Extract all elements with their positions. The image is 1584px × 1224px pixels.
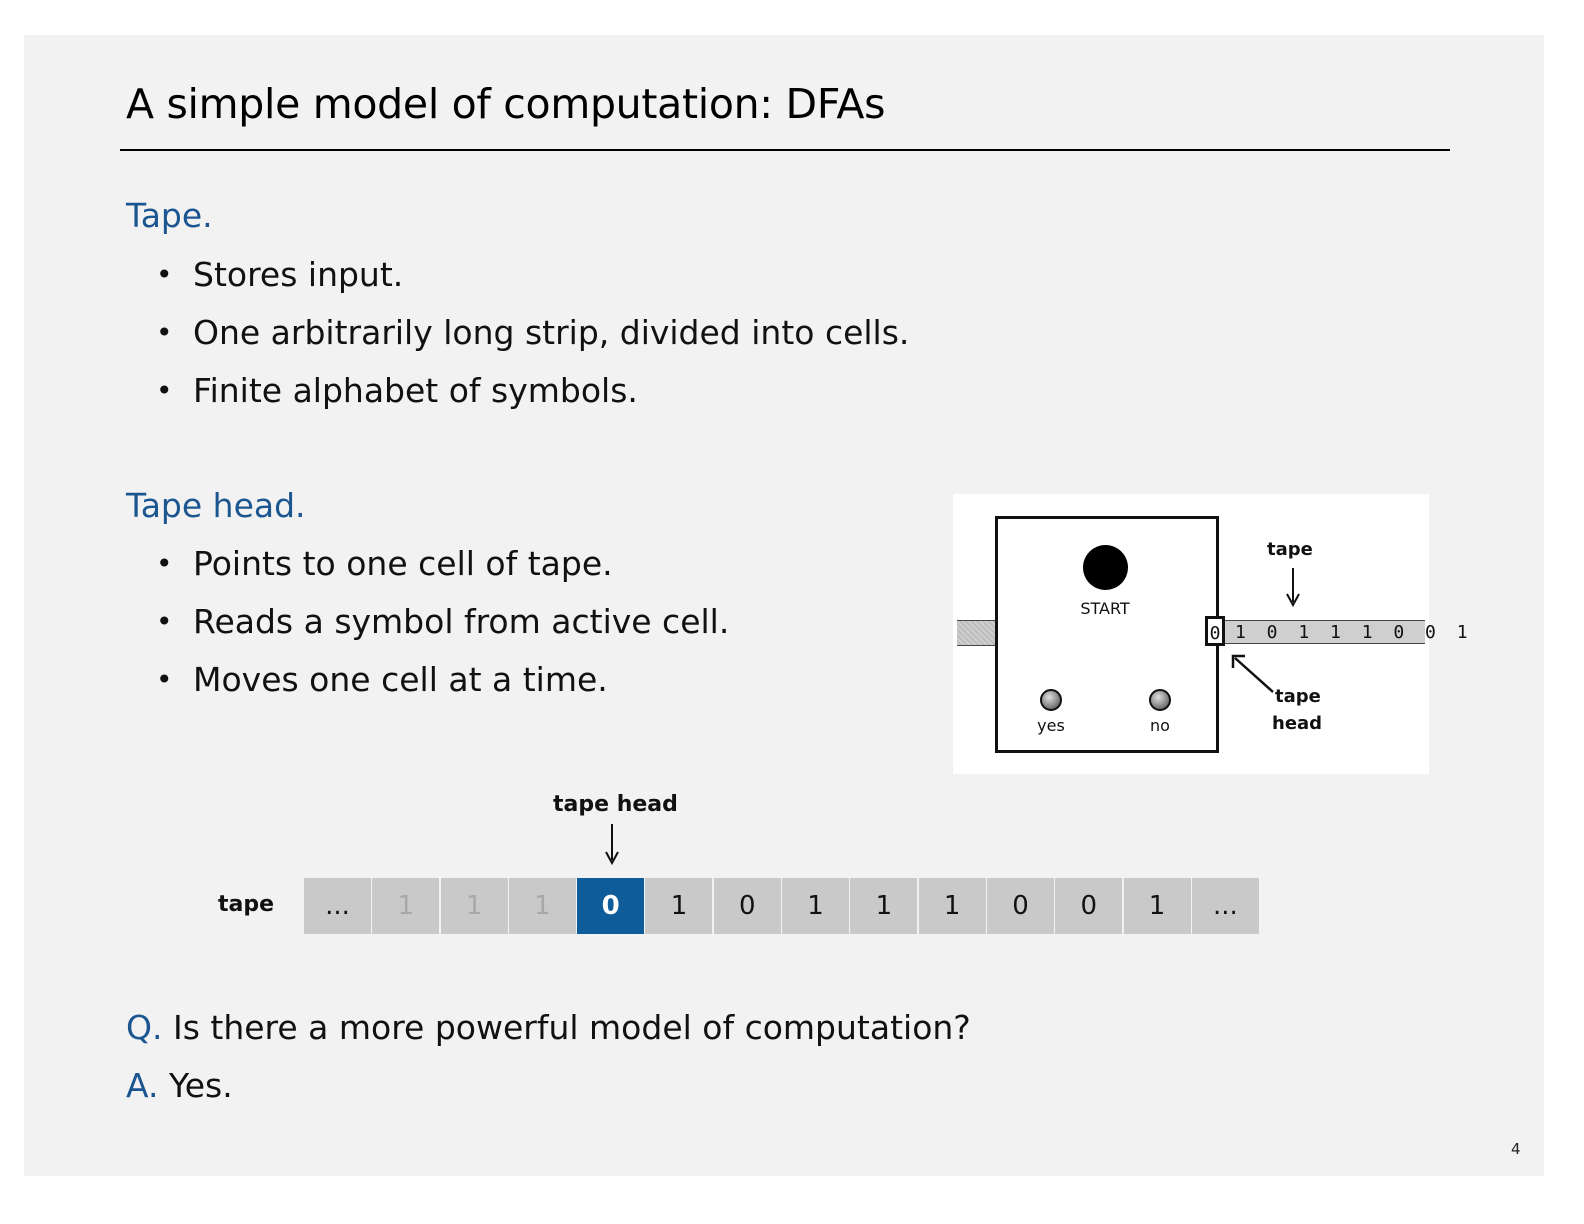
no-label: no xyxy=(1150,716,1170,735)
tape-bullet-1: Stores input. xyxy=(156,256,909,314)
machine-head-arrow xyxy=(1231,654,1274,693)
tape-bullet-3: Finite alphabet of symbols. xyxy=(156,372,909,430)
tape-head-label: tape head xyxy=(553,792,678,817)
start-light xyxy=(1083,545,1128,590)
tape-cell-active: 0 xyxy=(577,878,645,934)
tape-cells: ... 1 1 1 0 1 0 1 1 1 0 0 1... xyxy=(304,878,1260,934)
tape-cell: 1 xyxy=(372,878,440,934)
head-bullet-1: Points to one cell of tape. xyxy=(156,545,729,603)
page-number: 4 xyxy=(1511,1140,1521,1158)
yes-label: yes xyxy=(1037,716,1065,735)
tape-head-arrow xyxy=(605,824,619,866)
tape-cell: 1 xyxy=(645,878,713,934)
tape-head-bullet-list: Points to one cell of tape. Reads a symb… xyxy=(156,545,729,719)
answer-text: Yes. xyxy=(158,1066,233,1105)
head-bullet-3: Moves one cell at a time. xyxy=(156,661,729,719)
head-bullet-2: Reads a symbol from active cell. xyxy=(156,603,729,661)
question-line: Q. Is there a more powerful model of com… xyxy=(126,1008,971,1047)
tape-heading: Tape. xyxy=(126,196,213,235)
tape-cell: 1 xyxy=(782,878,850,934)
tape-cell: 0 xyxy=(713,878,781,934)
tape-cell: 1 xyxy=(440,878,508,934)
question-tag: Q. xyxy=(126,1008,163,1047)
start-label: START xyxy=(1080,599,1130,618)
tape-cell: 0 xyxy=(1055,878,1123,934)
machine-head-label-line2: head xyxy=(1272,713,1323,734)
tape-cell: 0 xyxy=(986,878,1054,934)
machine-tape-head: 0 xyxy=(1205,616,1225,646)
tape-cell: ... xyxy=(304,878,371,934)
tape-cell: ... xyxy=(1191,878,1259,934)
yes-light xyxy=(1040,689,1062,711)
tape-cell: 1 xyxy=(1123,878,1191,934)
tape-cell: 1 xyxy=(850,878,918,934)
slide-title: A simple model of computation: DFAs xyxy=(126,80,886,128)
dfa-machine-illustration: 1 0 1 1 1 0 0 1 START yes no 0 tape tape… xyxy=(953,494,1468,774)
tape-head-heading: Tape head. xyxy=(126,486,306,525)
title-rule xyxy=(120,149,1450,151)
machine-tape-arrow xyxy=(1286,568,1300,608)
machine-tape-label: tape xyxy=(1267,539,1313,560)
machine-tape-left xyxy=(957,620,995,646)
no-light xyxy=(1149,689,1171,711)
answer-line: A. Yes. xyxy=(126,1066,233,1105)
tape-cell: 1 xyxy=(918,878,986,934)
machine-head-label-line1: tape xyxy=(1275,686,1321,707)
tape-cell: 1 xyxy=(508,878,576,934)
tape-bullet-2: One arbitrarily long strip, divided into… xyxy=(156,314,909,372)
tape-label: tape xyxy=(218,892,275,917)
question-text: Is there a more powerful model of comput… xyxy=(162,1008,971,1047)
tape-bullet-list: Stores input. One arbitrarily long strip… xyxy=(156,256,909,430)
machine-tape-right: 1 0 1 1 1 0 0 1 xyxy=(1225,620,1468,644)
answer-tag: A. xyxy=(126,1066,159,1105)
